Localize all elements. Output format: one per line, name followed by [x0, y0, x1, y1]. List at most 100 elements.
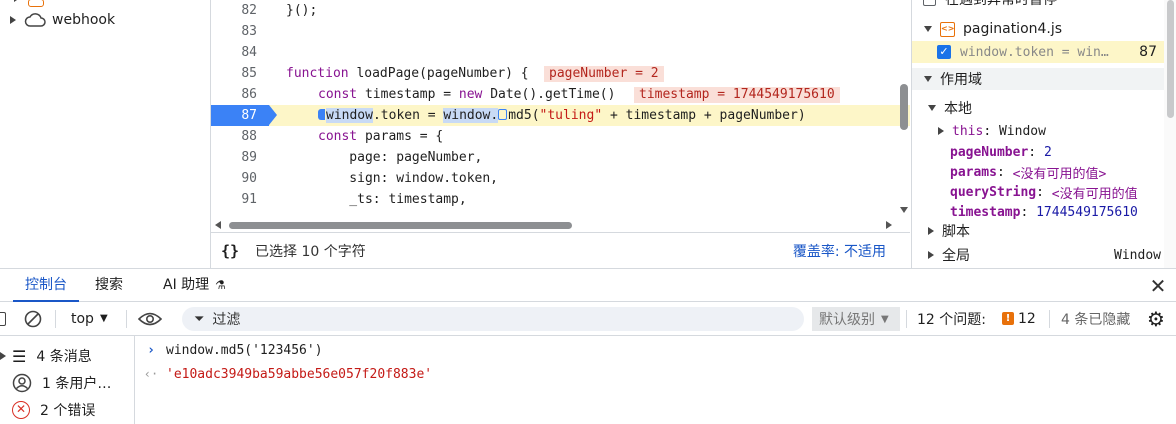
breakpoint-checkbox[interactable]: ✓: [937, 45, 951, 59]
console-result-text: 'e10adc3949ba59abbe56e057f20f883e': [166, 366, 433, 382]
sidebar-item-label: 4 条消息: [36, 349, 92, 365]
scroll-down-arrow-icon[interactable]: [900, 207, 908, 213]
close-drawer-button[interactable]: ✕: [1146, 274, 1170, 298]
filter-input[interactable]: ⏷ 过滤: [182, 307, 804, 331]
local-scope-row[interactable]: 本地: [912, 97, 1176, 119]
clear-icon: [24, 310, 42, 327]
editor-horizontal-scrollbar[interactable]: [211, 218, 910, 232]
console-input-row: › window.md5('123456'): [136, 339, 1176, 361]
debugger-sidebar: 在遇到异常时暂停 <> pagination4.js ✓ window.toke…: [911, 0, 1176, 268]
scroll-right-arrow-icon[interactable]: [886, 221, 892, 229]
scroll-left-arrow-icon[interactable]: [215, 221, 221, 229]
live-expression-button[interactable]: [138, 302, 162, 335]
dropdown-arrow-icon: ▼: [99, 313, 108, 324]
code-editor[interactable]: 82 }(); 83 84 85 function loadPage(pageN…: [211, 0, 910, 232]
js-file-icon: <>: [940, 21, 955, 37]
scrollbar-thumb[interactable]: [229, 222, 572, 229]
toolbar-divider: [906, 310, 907, 328]
coverage-link[interactable]: 覆盖率: 不适用: [793, 241, 886, 261]
keyword: function: [286, 66, 349, 81]
scrollbar-thumb[interactable]: [1167, 0, 1174, 118]
scope-key: this: [952, 123, 984, 139]
list-icon: ☰: [12, 346, 27, 366]
sidebar-item-messages[interactable]: ☰ 4 条消息: [0, 343, 92, 369]
console-output[interactable]: › window.md5('123456') ‹· 'e10adc3949ba5…: [136, 336, 1176, 424]
selected-text: window: [326, 108, 373, 123]
expand-arrow-icon[interactable]: [938, 127, 944, 135]
global-scope-row[interactable]: 全局 Window: [912, 244, 1176, 266]
inline-breakpoint-marker-icon[interactable]: [498, 109, 508, 120]
issues-label: 12 个问题:: [917, 311, 986, 328]
hidden-count: 4 条已隐藏: [1061, 311, 1131, 328]
drawer-tab-bar: 控制台 搜索 AI 助理 ⚗ ✕: [0, 268, 1176, 302]
tab-ai-assistant[interactable]: AI 助理 ⚗: [163, 269, 226, 302]
expand-arrow-icon[interactable]: [928, 251, 934, 259]
filter-funnel-icon: ⏷: [194, 311, 205, 327]
scope-this-row[interactable]: this: Window: [912, 120, 1176, 142]
expand-arrow-icon[interactable]: [10, 16, 16, 24]
line-number[interactable]: 91: [211, 189, 269, 210]
pretty-print-icon[interactable]: {}: [221, 242, 245, 260]
scope-var-row[interactable]: queryString: <没有可用的值: [912, 181, 1176, 203]
selection-info: 已选择 10 个字符: [255, 243, 366, 260]
line-number[interactable]: 89: [211, 147, 269, 168]
pause-on-exceptions-row[interactable]: 在遇到异常时暂停: [912, 0, 1176, 10]
global-scope-title: 全局: [942, 248, 970, 264]
navigator-item-webhook[interactable]: webhook: [10, 9, 115, 31]
collapse-arrow-icon[interactable]: [924, 26, 932, 32]
script-scope-row[interactable]: 脚本: [912, 220, 1176, 242]
sidebar-item-user-messages[interactable]: 1 条用户…: [0, 370, 111, 396]
editor-vertical-scrollbar[interactable]: [897, 0, 911, 218]
expand-arrow-icon[interactable]: [928, 227, 934, 235]
code-line: 91 _ts: timestamp,: [211, 189, 910, 210]
sidebar-item-label: 2 个错误: [40, 403, 96, 419]
code-text: window.token = window. md5("tuling" + tim…: [318, 105, 806, 126]
code-fragment: + timestamp + pageNumber): [602, 108, 806, 123]
code-fragment: loadPage(pageNumber) {: [348, 66, 529, 81]
filter-placeholder: 过滤: [212, 312, 241, 328]
gear-icon: ⚙: [1147, 306, 1165, 331]
collapse-arrow-icon[interactable]: [924, 76, 932, 82]
scope-var-row[interactable]: params: <没有可用的值>: [912, 161, 1176, 183]
line-number[interactable]: 88: [211, 126, 269, 147]
sidebar-toggle-button[interactable]: [0, 302, 6, 335]
clear-console-button[interactable]: [23, 302, 43, 335]
sidebar-item-errors[interactable]: ✕ 2 个错误: [0, 397, 95, 423]
breakpoint-code: window.token = win…: [960, 44, 1109, 60]
log-levels-dropdown[interactable]: 默认级别 ▼: [812, 307, 900, 331]
line-number[interactable]: 83: [211, 21, 269, 42]
scope-var-row[interactable]: pageNumber: 2: [912, 141, 1176, 163]
navigator-item-partial[interactable]: [14, 0, 44, 9]
scrollbar-thumb[interactable]: [900, 84, 908, 130]
console-result-row: ‹· 'e10adc3949ba59abbe56e057f20f883e': [136, 363, 1176, 385]
tab-search[interactable]: 搜索: [95, 269, 123, 302]
sidebar-vertical-scrollbar[interactable]: [1164, 0, 1176, 268]
breakpoint-arrow-icon[interactable]: [269, 105, 277, 125]
code-fragment: .token =: [372, 108, 444, 123]
collapse-arrow-icon[interactable]: [928, 105, 936, 111]
toolbar-divider: [55, 310, 56, 328]
line-number[interactable]: 86: [211, 84, 269, 105]
console-settings-button[interactable]: ⚙: [1147, 302, 1165, 335]
issues-button[interactable]: 12 个问题: ! 12: [917, 302, 1036, 335]
breakpoint-file-row[interactable]: <> pagination4.js: [912, 18, 1176, 40]
tab-console[interactable]: 控制台: [13, 269, 79, 302]
code-line: 85 function loadPage(pageNumber) { pageN…: [211, 63, 910, 84]
user-icon: [12, 373, 32, 393]
context-selector[interactable]: top ▼: [71, 302, 108, 335]
breakpoint-marker-icon[interactable]: [318, 109, 325, 120]
keyword: const: [318, 87, 358, 102]
line-number[interactable]: 85: [211, 63, 269, 84]
code-text: }();: [286, 3, 318, 18]
breakpoint-line: 87: [1139, 44, 1157, 60]
scope-section-header[interactable]: 作用域: [912, 68, 1176, 90]
breakpoint-item[interactable]: ✓ window.token = win… 87: [912, 41, 1176, 63]
line-number[interactable]: 84: [211, 42, 269, 63]
line-number[interactable]: 82: [211, 0, 269, 21]
code-line: 89 page: pageNumber,: [211, 147, 910, 168]
breakpoint-line-number[interactable]: 87: [211, 105, 269, 126]
file-navigator: webhook: [0, 0, 211, 268]
sources-panel: webhook 82 }(); 83 84 85 function loadPa…: [0, 0, 1176, 268]
checkbox[interactable]: [923, 0, 936, 6]
line-number[interactable]: 90: [211, 168, 269, 189]
